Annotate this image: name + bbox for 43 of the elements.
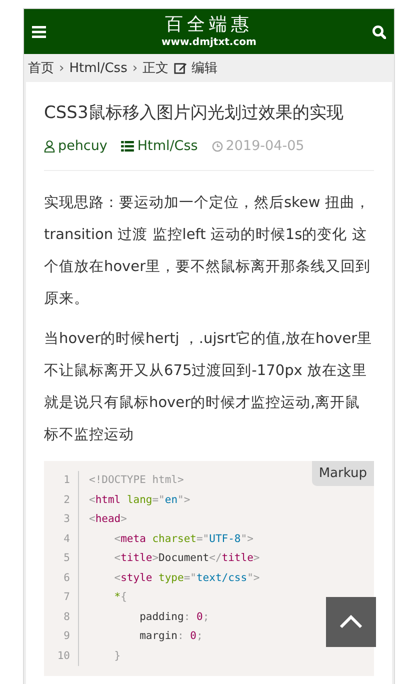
breadcrumb-current: 正文 [142,60,169,77]
code-line: <html lang="en"> [88,492,190,508]
line-number: 9 [44,627,79,646]
menu-icon[interactable] [32,26,46,38]
code-line: <meta charset="UTF-8"> [113,532,254,546]
edit-icon [174,62,187,74]
back-to-top-button[interactable] [326,597,376,647]
author-link[interactable]: pehcuy [58,138,108,154]
code-line: } [113,648,121,664]
list-icon [121,140,134,152]
article-title: CSS3鼠标移入图片闪光划过效果的实现 [44,102,344,125]
breadcrumb-separator: › [59,60,64,76]
article-paragraph: 当hover的时候hertj ，.ujsrt它的值,放在hover里不让鼠标离开又从675过渡回到-170px 放在这里就是说只有鼠标hover的时候才监控运动,离开鼠标不监控运动 [44,330,374,445]
code-line: margin: 0; [138,629,203,644]
post-date: 2019-04-05 [226,138,304,154]
line-number: 6 [44,568,79,588]
line-number: 10 [44,646,79,666]
line-number: 2 [44,490,79,510]
line-number: 5 [44,549,79,568]
search-icon[interactable] [372,24,386,38]
edit-link[interactable]: 编辑 [192,59,218,77]
site-logo[interactable]: 百全端惠 [164,14,253,36]
breadcrumb-link[interactable]: 首页 [28,59,54,77]
category-link[interactable]: Html/Css [137,138,198,154]
chevron-up-icon [339,615,363,629]
line-number: 8 [44,608,79,627]
line-number: 7 [44,588,79,608]
code-line: <head> [88,512,127,527]
article-paragraph: 实现思路：要运动加一个定位，然后skew 扭曲，transition 过渡 监控left 运动的时候1s的变化 这个值放在hover里，要不然鼠标离开那条线又回到原来。 [44,194,372,309]
code-line: padding: 0; [138,610,210,624]
code-line: <title>Document</title> [113,551,260,566]
user-icon [44,140,55,152]
line-number: 1 [44,471,79,490]
clock-icon [212,140,223,152]
code-line: <style type="text/css"> [113,570,260,586]
code-line: <!DOCTYPE html> [88,473,184,488]
language-label: Markup [312,461,374,486]
site-domain: www.dmjtxt.com [162,36,256,50]
line-number: 3 [44,510,79,530]
code-line: *{ [113,590,127,605]
breadcrumb-separator: › [132,60,138,76]
breadcrumb-link[interactable]: Html/Css [69,60,128,76]
line-number: 4 [44,530,79,549]
